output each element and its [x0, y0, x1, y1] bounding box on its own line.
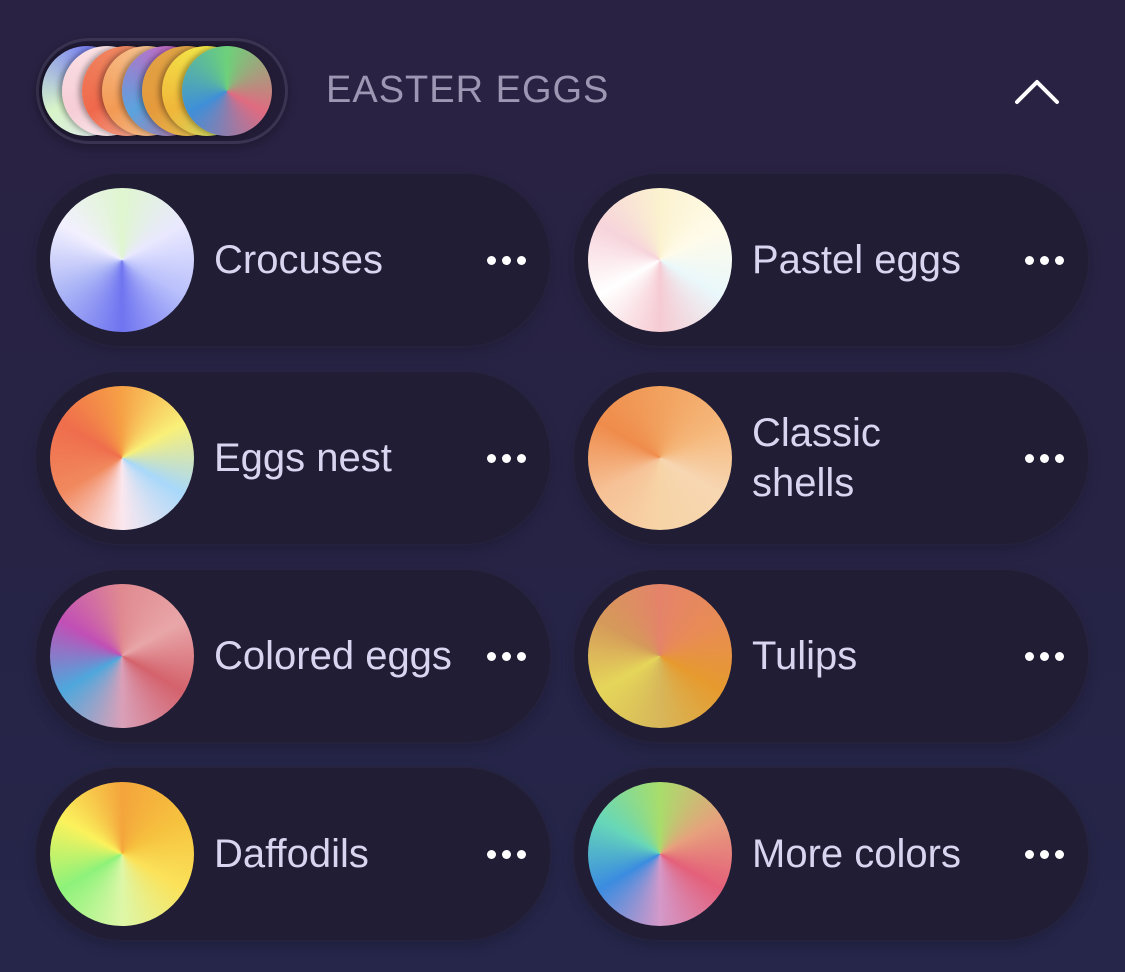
more-dot — [501, 849, 511, 859]
palette-label: Daffodils — [214, 832, 369, 876]
more-dot — [486, 849, 496, 859]
section-title: EASTER EGGS — [326, 69, 610, 111]
palette-swatch — [588, 188, 732, 332]
palette-card[interactable]: More colors — [574, 768, 1088, 940]
palette-label: Tulips — [752, 634, 858, 678]
more-dot — [1039, 255, 1049, 265]
palette-label: More colors — [752, 832, 961, 876]
more-dot — [1054, 651, 1064, 661]
more-dots-icon[interactable] — [1016, 830, 1072, 878]
more-dots-icon[interactable] — [478, 236, 534, 284]
more-dot — [1024, 255, 1034, 265]
more-dots-icon[interactable] — [1016, 632, 1072, 680]
more-dot — [501, 453, 511, 463]
palette-swatch — [50, 188, 194, 332]
more-dot — [1039, 651, 1049, 661]
palette-stack-preview[interactable] — [36, 38, 288, 144]
mini-palette-swatch — [182, 46, 272, 136]
more-dot — [1054, 255, 1064, 265]
palette-card[interactable]: Pastel eggs — [574, 174, 1088, 346]
more-dots-icon[interactable] — [478, 632, 534, 680]
palette-card[interactable]: Eggs nest — [36, 372, 550, 544]
palette-swatch — [50, 782, 194, 926]
palette-card[interactable]: Crocuses — [36, 174, 550, 346]
palette-label: Colored eggs — [214, 634, 452, 678]
more-dot — [1024, 453, 1034, 463]
more-dot — [1024, 651, 1034, 661]
more-dot — [501, 255, 511, 265]
more-dots-icon[interactable] — [1016, 236, 1072, 284]
more-dot — [516, 255, 526, 265]
palette-label: Eggs nest — [214, 436, 392, 480]
more-dot — [1024, 849, 1034, 859]
palette-label: Crocuses — [214, 238, 383, 282]
more-dot — [486, 651, 496, 661]
more-dot — [486, 453, 496, 463]
more-dot — [516, 453, 526, 463]
more-dot — [516, 651, 526, 661]
palette-label: Classic shells — [752, 411, 881, 505]
chevron-up-icon[interactable] — [1005, 66, 1069, 120]
palette-card[interactable]: Colored eggs — [36, 570, 550, 742]
more-dots-icon[interactable] — [478, 434, 534, 482]
palette-swatch — [50, 584, 194, 728]
more-dots-icon[interactable] — [478, 830, 534, 878]
palette-swatch — [588, 782, 732, 926]
palette-swatch — [588, 584, 732, 728]
more-dots-icon[interactable] — [1016, 434, 1072, 482]
palette-swatch — [588, 386, 732, 530]
palette-card[interactable]: Daffodils — [36, 768, 550, 940]
more-dot — [1039, 849, 1049, 859]
more-dot — [486, 255, 496, 265]
palette-label: Pastel eggs — [752, 238, 962, 282]
palette-card[interactable]: Classic shells — [574, 372, 1088, 544]
palette-card[interactable]: Tulips — [574, 570, 1088, 742]
palette-swatch — [50, 386, 194, 530]
section-header[interactable]: EASTER EGGS — [0, 0, 1125, 185]
more-dot — [1054, 849, 1064, 859]
more-dot — [501, 651, 511, 661]
more-dot — [516, 849, 526, 859]
more-dot — [1039, 453, 1049, 463]
more-dot — [1054, 453, 1064, 463]
